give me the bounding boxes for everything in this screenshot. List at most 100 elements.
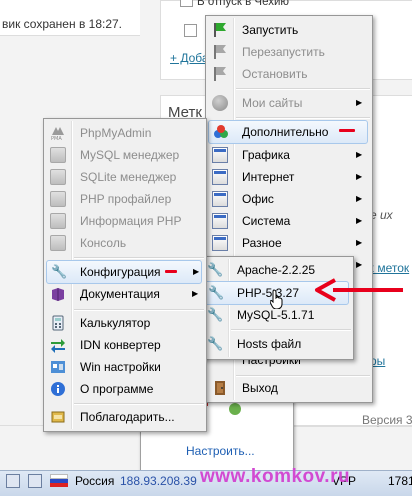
gray-box-icon — [50, 147, 66, 163]
tool-item-phpmyadmin[interactable]: PMA PhpMyAdmin — [46, 122, 202, 144]
tray-customize-link[interactable]: Настроить... — [186, 444, 255, 458]
menu-item-label: Калькулятор — [80, 316, 151, 330]
taskbar-language[interactable]: Россия — [75, 474, 114, 488]
menu-item-label: Интернет — [242, 170, 295, 184]
hand-cursor-icon — [270, 289, 283, 309]
menu-item-my-sites[interactable]: Мои сайты ▶ — [208, 92, 368, 114]
menu-separator — [74, 309, 204, 311]
window-icon — [212, 213, 228, 229]
menu-item-label: Win настройки — [80, 360, 161, 374]
colored-circles-icon — [214, 125, 228, 138]
menu-item-misc[interactable]: Разное ▶ — [208, 232, 368, 254]
gray-box-icon — [50, 191, 66, 207]
tool-item-php-info[interactable]: Информация PHP — [46, 210, 202, 232]
tool-item-idn-converter[interactable]: IDN конвертер — [46, 334, 202, 356]
menu-item-start[interactable]: Запустить — [208, 19, 368, 41]
menu-item-label: Запустить — [242, 23, 299, 37]
tool-item-mysql-manager[interactable]: MySQL менеджер — [46, 144, 202, 166]
menu-item-internet[interactable]: Интернет ▶ — [208, 166, 368, 188]
menu-item-label: IDN конвертер — [80, 338, 161, 352]
menu-item-office[interactable]: Офис ▶ — [208, 188, 368, 210]
taskbar-app-icon[interactable] — [28, 474, 42, 488]
config-item-hosts[interactable]: 🔧 Hosts файл — [203, 333, 349, 355]
menu-item-label: Документация — [80, 287, 160, 301]
additional-submenu: PMA PhpMyAdmin MySQL менеджер SQLite мен… — [43, 118, 207, 432]
menu-item-label: Разное — [242, 236, 282, 250]
tool-item-sqlite-manager[interactable]: SQLite менеджер — [46, 166, 202, 188]
add-category-link[interactable]: + Доба — [170, 51, 209, 65]
submenu-arrow-icon: ▶ — [356, 150, 363, 159]
tags-link[interactable]: х меток — [368, 261, 409, 275]
wrench-icon: 🔧 — [208, 285, 225, 300]
taskbar-clock[interactable]: 1781 — [388, 474, 412, 488]
submenu-arrow-icon: ▶ — [356, 238, 363, 247]
submenu-arrow-icon: ▶ — [356, 260, 363, 269]
book-icon — [52, 288, 64, 301]
tool-item-thanks[interactable]: Поблагодарить... — [46, 406, 202, 428]
control-panel-icon — [51, 361, 65, 373]
menu-item-label: Конфигурация — [80, 265, 161, 279]
taskbar-ip: 188.93.208.39 — [120, 474, 197, 488]
menu-item-label: Консоль — [80, 236, 127, 250]
taskbar-app-icon[interactable] — [6, 474, 20, 488]
tool-item-configuration[interactable]: 🔧 Конфигурация ▶ — [46, 260, 202, 284]
checkbox-row[interactable]: В отпуск в Чехию — [180, 0, 289, 8]
window-icon — [212, 191, 228, 207]
wrench-icon: 🔧 — [207, 336, 224, 351]
window-icon — [212, 169, 228, 185]
converter-arrows-icon — [51, 339, 65, 353]
menu-item-exit[interactable]: Выход — [208, 377, 368, 399]
save-status-text: вик сохранен в 18:27. — [2, 17, 123, 31]
annotation-red-dash — [165, 270, 177, 273]
menu-item-label: PhpMyAdmin — [80, 126, 152, 140]
annotation-red-arrow-icon — [315, 278, 403, 302]
tool-item-php-profiler[interactable]: PHP профайлер — [46, 188, 202, 210]
menu-item-label: Информация PHP — [80, 214, 182, 228]
menu-item-label: PHP профайлер — [80, 192, 172, 206]
checkbox-empty[interactable] — [184, 24, 197, 37]
menu-item-graphics[interactable]: Графика ▶ — [208, 144, 368, 166]
checkbox[interactable] — [180, 0, 193, 7]
gray-box-icon — [50, 213, 66, 229]
wrench-icon: 🔧 — [207, 307, 224, 322]
menu-item-label: Графика — [242, 148, 290, 162]
submenu-arrow-icon: ▶ — [192, 289, 199, 298]
tool-item-console[interactable]: Консоль — [46, 232, 202, 254]
tool-item-about[interactable]: О программе — [46, 378, 202, 400]
menu-item-label: Офис — [242, 192, 274, 206]
svg-text:PMA: PMA — [51, 136, 62, 141]
menu-item-label: PHP-5.3.27 — [237, 286, 300, 300]
menu-separator — [74, 403, 204, 405]
tool-item-win-settings[interactable]: Win настройки — [46, 356, 202, 378]
menu-separator — [236, 117, 370, 119]
annotation-red-dash — [339, 129, 355, 132]
menu-item-additional[interactable]: Дополнительно — [208, 120, 368, 144]
menu-item-label: Мои сайты — [242, 96, 303, 110]
phpmyadmin-icon: PMA — [51, 127, 64, 141]
background-text: е их — [370, 208, 393, 222]
tray-check-icon[interactable] — [229, 403, 241, 415]
menu-item-label: Выход — [242, 381, 278, 395]
menu-item-label: MySQL менеджер — [80, 148, 180, 162]
menu-item-label: Дополнительно — [242, 125, 329, 139]
menu-item-label: Перезапустить — [242, 45, 325, 59]
tool-item-calculator[interactable]: Калькулятор — [46, 312, 202, 334]
tool-item-documentation[interactable]: Документация ▶ — [46, 283, 202, 305]
menu-item-restart[interactable]: Перезапустить — [208, 41, 368, 63]
gray-box-icon — [50, 169, 66, 185]
checkbox-label: В отпуск в Чехию — [197, 0, 290, 8]
submenu-arrow-icon: ▶ — [356, 172, 363, 181]
window-icon — [212, 235, 228, 251]
menu-item-stop[interactable]: Остановить — [208, 63, 368, 85]
menu-separator — [236, 88, 370, 90]
gray-circle-icon — [212, 95, 228, 111]
wrench-icon: 🔧 — [51, 264, 68, 279]
gray-box-icon — [50, 235, 66, 251]
menu-separator — [74, 257, 204, 259]
menu-item-label: Остановить — [242, 67, 308, 81]
russia-flag-icon[interactable] — [50, 474, 68, 487]
window-icon — [212, 147, 228, 163]
menu-separator — [231, 329, 351, 331]
submenu-arrow-icon: ▶ — [356, 194, 363, 203]
menu-item-system[interactable]: Система ▶ — [208, 210, 368, 232]
